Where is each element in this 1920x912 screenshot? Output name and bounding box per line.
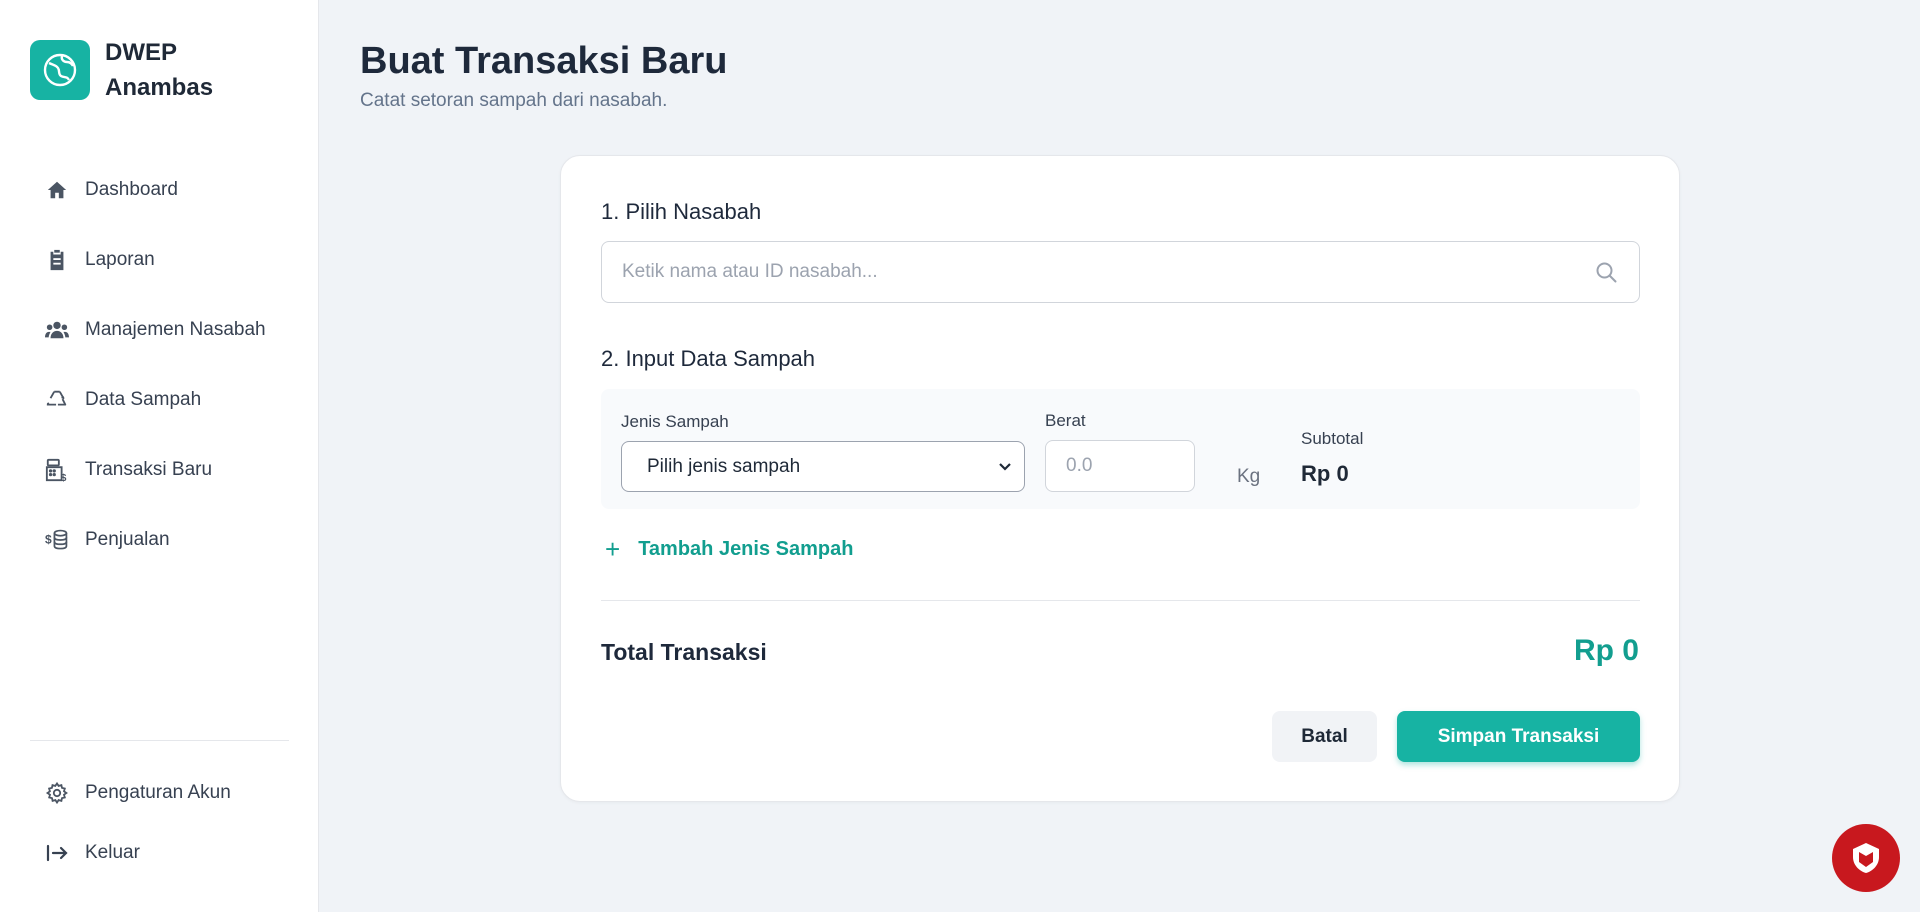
page-subtitle: Catat setoran sampah dari nasabah.: [360, 90, 668, 111]
sidebar-item-keluar[interactable]: Keluar: [30, 823, 290, 883]
sidebar-item-manajemen-nasabah[interactable]: Manajemen Nasabah: [30, 295, 290, 365]
subtotal-label: Subtotal: [1301, 429, 1364, 448]
sidebar-item-label: Keluar: [85, 842, 140, 863]
cancel-button[interactable]: Batal: [1272, 711, 1377, 762]
waste-type-select[interactable]: Pilih jenis sampah: [621, 441, 1025, 492]
waste-type-selected-value: Pilih jenis sampah: [647, 455, 801, 477]
svg-text:$: $: [61, 473, 67, 483]
globe-icon: [30, 40, 90, 100]
shield-icon[interactable]: [1832, 824, 1900, 892]
weight-unit: Kg: [1237, 466, 1261, 487]
add-waste-type-button[interactable]: + Tambah Jenis Sampah: [605, 534, 853, 565]
add-waste-type-label: Tambah Jenis Sampah: [638, 538, 854, 560]
logout-icon: [45, 841, 69, 865]
customer-search-input[interactable]: [622, 261, 1593, 283]
sidebar-item-dashboard[interactable]: Dashboard: [30, 155, 290, 225]
gear-icon: [45, 781, 69, 805]
total-value: Rp 0: [1573, 634, 1639, 667]
account-nav: Pengaturan Akun Keluar: [30, 763, 290, 883]
sidebar-item-label: Penjualan: [85, 529, 170, 550]
section-title-customer: 1. Pilih Nasabah: [601, 199, 762, 224]
main-nav: Dashboard Laporan Manajemen Nasabah Data…: [30, 155, 290, 575]
waste-item-row: Jenis Sampah Pilih jenis sampah Berat Kg…: [601, 389, 1640, 509]
coins-icon: $: [45, 528, 69, 552]
section-title-waste: 2. Input Data Sampah: [601, 346, 816, 371]
weight-field[interactable]: [1045, 440, 1195, 492]
page-title: Buat Transaksi Baru: [360, 40, 728, 82]
plus-icon: +: [605, 534, 621, 564]
sidebar-item-transaksi-baru[interactable]: $ Transaksi Baru: [30, 435, 290, 505]
sidebar-divider: [30, 740, 289, 741]
customer-search-field[interactable]: [601, 241, 1640, 303]
sidebar-item-data-sampah[interactable]: Data Sampah: [30, 365, 290, 435]
weight-input[interactable]: [1066, 455, 1176, 477]
sidebar-item-penjualan[interactable]: $ Penjualan: [30, 505, 290, 575]
recycle-icon: [45, 388, 69, 412]
sidebar-item-label: Pengaturan Akun: [85, 782, 231, 803]
transaction-form-card: 1. Pilih Nasabah 2. Input Data Sampah Je…: [560, 155, 1680, 802]
sidebar-item-label: Dashboard: [85, 179, 178, 200]
sidebar-item-label: Transaksi Baru: [85, 459, 213, 480]
chevron-down-icon: [998, 456, 1012, 478]
total-label: Total Transaksi: [601, 639, 767, 665]
weight-label: Berat: [1045, 411, 1086, 430]
save-transaction-button[interactable]: Simpan Transaksi: [1397, 711, 1640, 762]
cash-register-icon: $: [45, 458, 69, 483]
subtotal-value: Rp 0: [1301, 461, 1349, 486]
sidebar-item-label: Laporan: [85, 249, 155, 270]
home-icon: [45, 178, 69, 202]
form-divider: [601, 600, 1640, 601]
brand-name: DWEP Anambas: [105, 39, 214, 101]
sidebar-item-laporan[interactable]: Laporan: [30, 225, 290, 295]
sidebar-item-label: Data Sampah: [85, 389, 202, 410]
svg-text:$: $: [45, 532, 52, 546]
sidebar-item-pengaturan-akun[interactable]: Pengaturan Akun: [30, 763, 290, 823]
sidebar: DWEP Anambas Dashboard Laporan Manajemen…: [0, 0, 319, 912]
waste-type-label: Jenis Sampah: [621, 412, 729, 431]
brand[interactable]: DWEP Anambas: [30, 35, 235, 105]
users-icon: [45, 318, 69, 342]
sidebar-item-label: Manajemen Nasabah: [85, 319, 266, 340]
clipboard-icon: [45, 248, 69, 272]
search-icon[interactable]: [1593, 259, 1619, 285]
